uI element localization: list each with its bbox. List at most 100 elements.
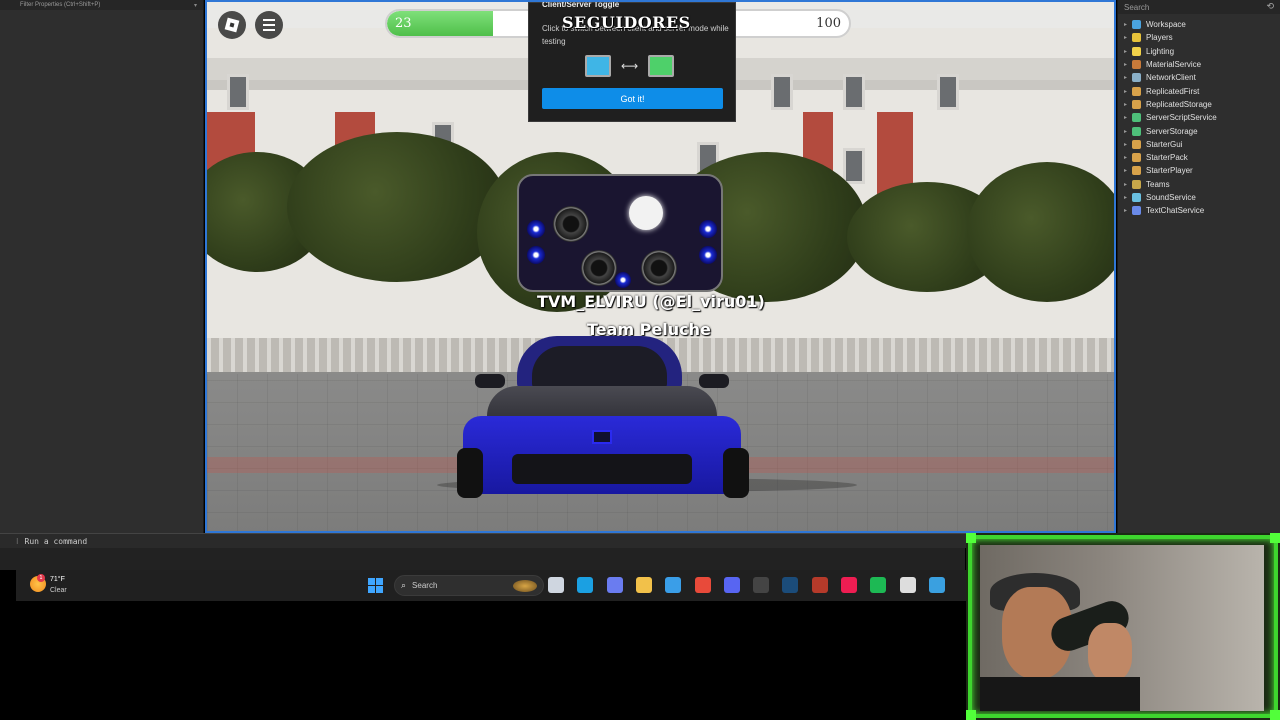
car-wheel	[723, 448, 749, 498]
player-nametag: TVM_ELVIRU (@El_viru01)	[537, 292, 765, 311]
tweeter	[527, 220, 545, 238]
command-input[interactable]: Run a command	[25, 537, 88, 546]
copilot-icon[interactable]	[606, 577, 623, 593]
expand-arrow-icon[interactable]: ▸	[1124, 181, 1132, 188]
explorer-item-label: ServerStorage	[1146, 126, 1198, 136]
explorer-item-label: StarterPack	[1146, 153, 1188, 163]
frame-corner	[1270, 710, 1280, 720]
explorer-item-label: Teams	[1146, 179, 1170, 189]
menu-button[interactable]	[255, 11, 283, 39]
player-car[interactable]	[457, 336, 749, 506]
explorer-item[interactable]: ▸ StarterGui	[1118, 138, 1280, 151]
explorer-search-bar[interactable]: Search ⟲	[1118, 0, 1280, 14]
explorer-item[interactable]: ▸ StarterPack	[1118, 151, 1280, 164]
server-script-icon	[1132, 113, 1141, 123]
starter-gui-icon	[1132, 139, 1141, 149]
edge-icon[interactable]	[577, 577, 594, 593]
discord-icon[interactable]	[723, 577, 740, 593]
streamer-shirt	[980, 677, 1140, 711]
explorer-item[interactable]: ▸ Lighting	[1118, 45, 1280, 58]
teams-icon	[1132, 179, 1141, 189]
chrome-icon[interactable]	[694, 577, 711, 593]
expand-arrow-icon[interactable]: ▸	[1124, 101, 1132, 108]
taskbar-search[interactable]: ⌕ Search	[394, 575, 544, 596]
building-window	[843, 74, 865, 110]
properties-panel: Filter Properties (Ctrl+Shift+P) ▾	[0, 0, 204, 533]
search-icon: ⌕	[401, 580, 407, 591]
server-monitor-icon	[648, 55, 675, 77]
frame-corner	[1270, 533, 1280, 543]
expand-arrow-icon[interactable]: ▸	[1124, 167, 1132, 174]
notepad-icon[interactable]	[928, 577, 945, 593]
weather-description[interactable]: Clear	[50, 587, 67, 594]
explorer-item[interactable]: ▸ TextChatService	[1118, 204, 1280, 217]
followers-label: SEGUIDORES	[562, 13, 691, 32]
obs-icon[interactable]	[753, 577, 770, 593]
weather-temperature[interactable]: 71°F	[50, 576, 65, 583]
frame-corner	[966, 710, 976, 720]
got-it-button[interactable]: Got it!	[542, 88, 723, 109]
explorer-search-input[interactable]: Search	[1124, 3, 1149, 12]
skull-icon	[629, 196, 663, 230]
expand-arrow-icon[interactable]: ▸	[1124, 128, 1132, 135]
expand-arrow-icon[interactable]: ▸	[1124, 61, 1132, 68]
explorer-item[interactable]: ▸ NetworkClient	[1118, 71, 1280, 84]
filter-properties-input[interactable]: Filter Properties (Ctrl+Shift+P)	[20, 2, 100, 8]
chevron-down-icon[interactable]: ▾	[194, 2, 197, 9]
explorer-item[interactable]: ▸ ReplicatedStorage	[1118, 98, 1280, 111]
tf-icon[interactable]	[811, 577, 828, 593]
speaker-box	[517, 174, 723, 292]
frame-corner	[966, 533, 976, 543]
game-viewport[interactable]: 23 100 Client/Server Toggle Click to swi…	[205, 0, 1116, 533]
roblox-studio-icon[interactable]	[899, 577, 916, 593]
tiktok-icon[interactable]	[841, 577, 857, 593]
expand-arrow-icon[interactable]: ▸	[1124, 154, 1132, 161]
building-window	[771, 74, 793, 110]
spotify-icon[interactable]	[870, 577, 887, 593]
tooltip-illustration: ⟷	[585, 55, 675, 77]
file-explorer-icon[interactable]	[635, 577, 652, 593]
explorer-item[interactable]: ▸ ReplicatedFirst	[1118, 84, 1280, 97]
windows-start-icon[interactable]	[368, 578, 383, 593]
explorer-item[interactable]: ▸ Workspace	[1118, 18, 1280, 31]
server-storage-icon	[1132, 126, 1141, 136]
history-icon[interactable]: ⟲	[1266, 2, 1274, 12]
explorer-item-label: ServerScriptService	[1146, 113, 1217, 123]
expand-arrow-icon[interactable]: ▸	[1124, 21, 1132, 28]
explorer-item[interactable]: ▸ StarterPlayer	[1118, 164, 1280, 177]
tweeter	[615, 272, 631, 288]
explorer-item-label: Lighting	[1146, 46, 1175, 56]
explorer-tree: ▸ Workspace ▸ Players ▸ Lighting ▸ MaterialServ…	[1118, 14, 1280, 217]
steam-icon[interactable]	[782, 577, 799, 593]
expand-arrow-icon[interactable]: ▸	[1124, 207, 1132, 214]
expand-arrow-icon[interactable]: ▸	[1124, 141, 1132, 148]
tree	[967, 162, 1114, 302]
explorer-item[interactable]: ▸ ServerScriptService	[1118, 111, 1280, 124]
expand-arrow-icon[interactable]: ▸	[1124, 34, 1132, 41]
explorer-item[interactable]: ▸ SoundService	[1118, 191, 1280, 204]
search-highlight-icon	[513, 580, 537, 592]
store-icon[interactable]	[665, 577, 682, 593]
explorer-item[interactable]: ▸ Players	[1118, 31, 1280, 44]
roblox-logo-button[interactable]	[218, 11, 246, 39]
car-windshield	[532, 346, 667, 388]
double-arrow-icon: ⟷	[621, 59, 639, 73]
tweeter	[527, 246, 545, 264]
expand-arrow-icon[interactable]: ▸	[1124, 194, 1132, 201]
expand-arrow-icon[interactable]: ▸	[1124, 74, 1132, 81]
explorer-item-label: ReplicatedStorage	[1146, 99, 1212, 109]
expand-arrow-icon[interactable]: ▸	[1124, 48, 1132, 55]
starter-player-icon	[1132, 166, 1141, 176]
explorer-item[interactable]: ▸ MaterialService	[1118, 58, 1280, 71]
progress-goal: 100	[816, 16, 841, 31]
filter-properties-bar[interactable]: Filter Properties (Ctrl+Shift+P) ▾	[0, 0, 203, 10]
client-monitor-icon	[585, 55, 611, 77]
building-window	[227, 74, 249, 110]
subwoofer	[553, 206, 589, 242]
lighting-icon	[1132, 46, 1141, 56]
task-view-icon[interactable]	[548, 577, 564, 593]
expand-arrow-icon[interactable]: ▸	[1124, 88, 1132, 95]
explorer-item[interactable]: ▸ Teams	[1118, 178, 1280, 191]
explorer-item[interactable]: ▸ ServerStorage	[1118, 124, 1280, 137]
expand-arrow-icon[interactable]: ▸	[1124, 114, 1132, 121]
